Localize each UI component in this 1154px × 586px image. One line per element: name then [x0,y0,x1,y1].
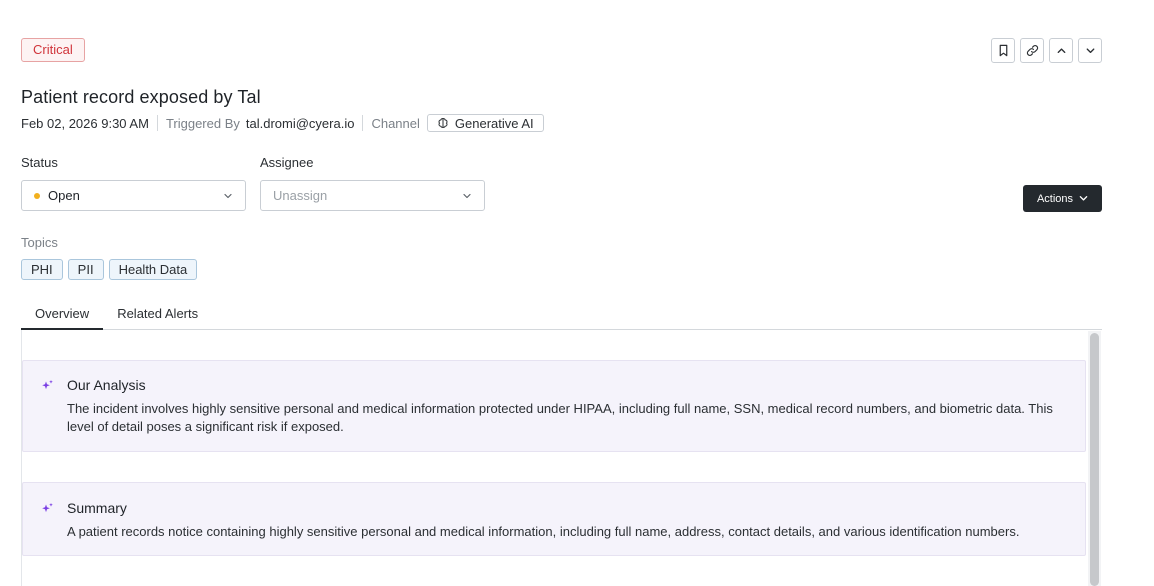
header-toolbar [991,38,1102,63]
topic-chip[interactable]: PHI [21,259,63,280]
status-value: Open [48,188,80,203]
tab-overview[interactable]: Overview [21,303,104,330]
incident-meta: Feb 02, 2026 9:30 AM Triggered By tal.dr… [21,113,544,133]
summary-card: Summary A patient records notice contain… [22,482,1086,556]
severity-badge: Critical [21,38,85,62]
scrollbar-thumb[interactable] [1090,333,1099,586]
analysis-card: Our Analysis The incident involves highl… [22,360,1086,452]
channel-value: Generative AI [454,115,534,131]
link-icon [1026,45,1038,56]
actions-button[interactable]: Actions [1023,185,1102,212]
chevron-down-icon [224,193,232,199]
sparkle-icon [42,503,53,513]
chevron-down-icon [1079,196,1088,201]
topic-chip[interactable]: Health Data [108,259,198,280]
summary-title: Summary [67,500,127,516]
brain-icon [438,118,448,128]
chevron-down-icon [1086,48,1094,54]
chevron-down-icon [463,193,471,199]
bookmark-icon [999,44,1007,57]
copy-link-button[interactable] [1020,38,1044,63]
triggered-by-label: Triggered By [165,115,240,131]
tab-related-alerts[interactable]: Related Alerts [103,303,212,330]
sparkle-icon [42,380,53,390]
page-title: Patient record exposed by Tal [21,87,261,107]
channel-chip: Generative AI [426,114,544,132]
triggered-by-value: tal.dromi@cyera.io [245,115,355,131]
summary-body: A patient records notice containing high… [67,524,1020,539]
channel-label: Channel [371,115,420,131]
actions-label: Actions [1036,192,1074,205]
analysis-body: The incident involves highly sensitive p… [67,401,1053,434]
status-label: Status [21,155,58,170]
chevron-up-icon [1057,48,1065,54]
topics-label: Topics [21,235,58,250]
previous-button[interactable] [1049,38,1073,63]
bookmark-button[interactable] [991,38,1015,63]
assignee-placeholder: Unassign [273,188,328,203]
status-select[interactable]: Open [21,180,246,211]
analysis-title: Our Analysis [67,377,146,393]
next-button[interactable] [1078,38,1102,63]
divider [362,115,364,131]
status-dot [34,192,40,199]
assignee-label: Assignee [260,155,314,170]
assignee-select[interactable]: Unassign [260,180,485,211]
divider [156,115,158,131]
incident-date: Feb 02, 2026 9:30 AM [21,115,149,131]
topic-chip[interactable]: PII [67,259,104,280]
tab-bar: Overview Related Alerts [21,303,1102,330]
topics-list: PHI PII Health Data [21,259,198,280]
